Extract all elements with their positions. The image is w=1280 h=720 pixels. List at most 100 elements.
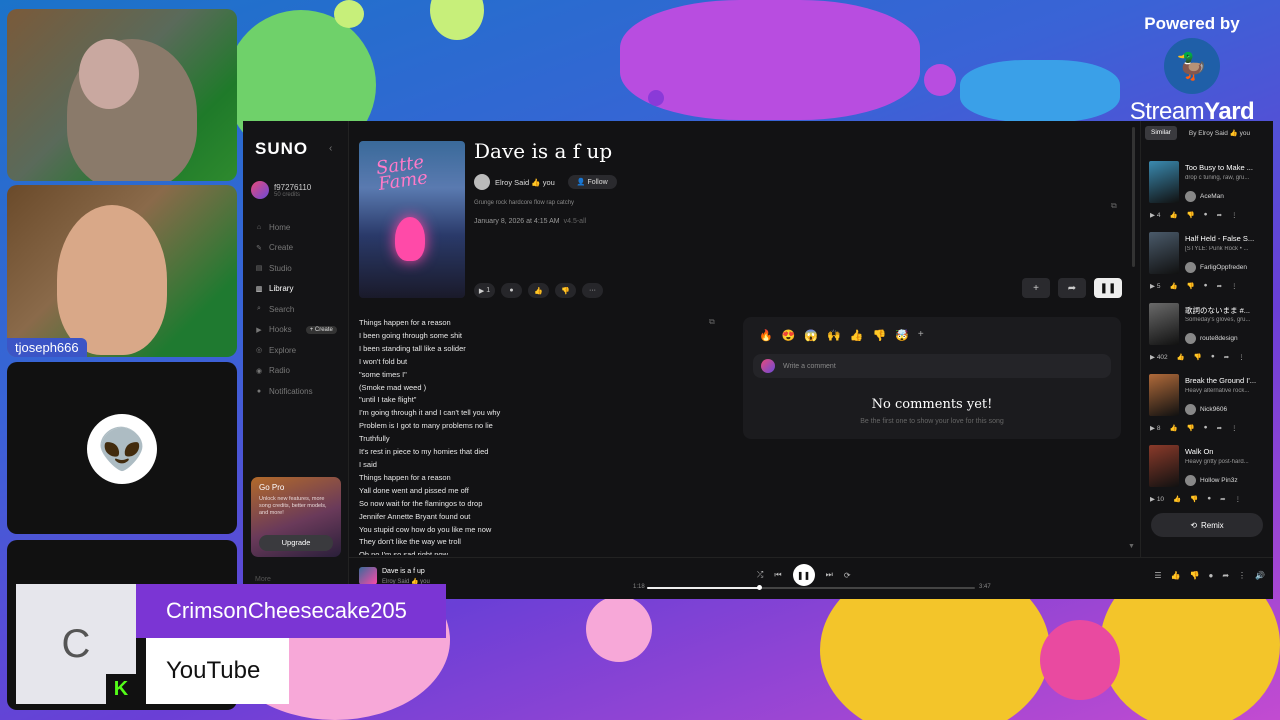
user-profile[interactable]: f97276110 50 credits xyxy=(251,181,311,199)
emoji-reaction[interactable]: 👎 xyxy=(873,329,887,342)
follow-button[interactable]: 👤 Follow xyxy=(567,175,617,189)
emoji-reaction[interactable]: 😱 xyxy=(804,329,818,342)
comment-icon[interactable]: ● xyxy=(1208,571,1213,580)
share-icon[interactable]: ➦ xyxy=(1217,282,1222,290)
thumbs-up-icon[interactable]: 👍 xyxy=(528,283,549,298)
more-options-icon[interactable]: ⋮ xyxy=(1231,211,1238,219)
list-item[interactable]: Half Held - False S... [STYLE: Punk Rock … xyxy=(1145,230,1268,301)
song-thumbnail[interactable] xyxy=(1149,161,1179,203)
emoji-reaction[interactable]: 👍 xyxy=(850,329,864,342)
more-options-icon[interactable]: ⋮ xyxy=(1231,282,1238,290)
thumbs-up-icon[interactable]: 👍 xyxy=(1173,495,1181,503)
shuffle-icon[interactable]: ⤮ xyxy=(757,570,763,580)
artist-name[interactable]: Elroy Said 👍 you xyxy=(495,178,555,187)
create-hook-button[interactable]: + Create xyxy=(305,325,337,334)
comment-icon[interactable]: ● xyxy=(1207,495,1211,503)
song-title[interactable]: Too Busy to Make ... xyxy=(1185,163,1269,172)
sidebar-item-hooks[interactable]: ▶ Hooks + Create xyxy=(255,320,337,341)
upgrade-button[interactable]: Upgrade xyxy=(259,535,333,551)
play-count[interactable]: ▶ 8 xyxy=(1150,424,1160,432)
song-title[interactable]: Walk On xyxy=(1185,447,1269,456)
more-options-icon[interactable]: ⋮ xyxy=(1231,424,1238,432)
edit-icon[interactable]: ⧉ xyxy=(1111,201,1117,211)
comment-icon[interactable]: ● xyxy=(1211,353,1215,361)
song-thumbnail[interactable] xyxy=(1149,374,1179,416)
thumbs-down-icon[interactable]: 👎 xyxy=(1194,353,1202,361)
progress-bar[interactable] xyxy=(647,585,975,590)
sidebar-item-notifications[interactable]: ● Notifications xyxy=(255,381,337,402)
song-artist[interactable]: Hollow Pin3z xyxy=(1185,475,1238,486)
song-thumbnail[interactable] xyxy=(1149,303,1179,345)
previous-icon[interactable]: ⏮ xyxy=(774,570,781,580)
player-thumbnail[interactable] xyxy=(359,567,377,585)
thumbs-up-icon[interactable]: 👍 xyxy=(1169,424,1177,432)
song-title[interactable]: 歌詞のないまま #... xyxy=(1185,305,1269,316)
scrollbar[interactable] xyxy=(1132,127,1135,267)
list-item[interactable]: 歌詞のないまま #... Someday's gloves, gru... rout… xyxy=(1145,301,1268,372)
remix-button[interactable]: ⟲ Remix xyxy=(1151,513,1263,537)
song-artist[interactable]: route8design xyxy=(1185,333,1238,344)
play-count[interactable]: ▶ 402 xyxy=(1150,353,1168,361)
list-item[interactable]: Break the Ground I'... Heavy alternative … xyxy=(1145,372,1268,443)
thumbs-up-icon[interactable]: 👍 xyxy=(1169,211,1177,219)
more-link[interactable]: More xyxy=(255,576,271,583)
chevron-left-icon[interactable]: ‹ xyxy=(329,143,332,154)
avatar[interactable] xyxy=(474,174,490,190)
tab-similar[interactable]: Similar xyxy=(1145,126,1177,140)
comment-icon[interactable]: ● xyxy=(1204,424,1208,432)
more-options-icon[interactable]: ⋮ xyxy=(1238,353,1245,361)
play-count[interactable]: ▶ 4 xyxy=(1150,211,1160,219)
sidebar-item-library[interactable]: ▥ Library xyxy=(255,279,337,300)
play-count-button[interactable]: ▶ 1 xyxy=(474,283,495,298)
more-options-icon[interactable]: ⋮ xyxy=(1235,495,1242,503)
song-thumbnail[interactable] xyxy=(1149,232,1179,274)
next-icon[interactable]: ⏭ xyxy=(826,570,833,580)
pause-button[interactable]: ❚❚ xyxy=(792,564,815,586)
thumbs-up-icon[interactable]: 👍 xyxy=(1169,282,1177,290)
edit-lyrics-icon[interactable]: ⧉ xyxy=(709,317,715,327)
comment-icon[interactable]: ● xyxy=(501,283,522,298)
share-icon[interactable]: ➦ xyxy=(1220,495,1225,503)
song-artist[interactable]: AceMan xyxy=(1185,191,1224,202)
comment-icon[interactable]: ● xyxy=(1204,211,1208,219)
thumbs-down-icon[interactable]: 👎 xyxy=(1187,282,1195,290)
comment-icon[interactable]: ● xyxy=(1204,282,1208,290)
comment-input[interactable]: Write a comment xyxy=(753,354,1111,378)
list-item[interactable]: Too Busy to Make ... drop c tuning, raw, … xyxy=(1145,159,1268,230)
thumbs-up-icon[interactable]: 👍 xyxy=(1177,353,1185,361)
share-icon[interactable]: ➦ xyxy=(1217,424,1222,432)
thumbs-down-icon[interactable]: 👎 xyxy=(1190,571,1200,580)
more-options-icon[interactable]: ··· xyxy=(582,283,603,298)
emoji-reaction[interactable]: 🙌 xyxy=(827,329,841,342)
player-title[interactable]: Dave is a f up xyxy=(382,568,425,575)
suno-logo[interactable]: SUNO xyxy=(255,139,308,159)
list-item[interactable]: Walk On Heavy gritty post-hard... Hollow P… xyxy=(1145,443,1268,514)
add-icon[interactable]: + xyxy=(1022,278,1050,298)
song-artist[interactable]: FarligOppfreden xyxy=(1185,262,1247,273)
share-icon[interactable]: ➦ xyxy=(1217,211,1222,219)
sidebar-item-studio[interactable]: ▤ Studio xyxy=(255,258,337,279)
share-icon[interactable]: ➦ xyxy=(1222,571,1229,580)
song-thumbnail[interactable] xyxy=(1149,445,1179,487)
sidebar-item-search[interactable]: ⌕ Search xyxy=(255,299,337,320)
pause-button[interactable]: ❚❚ xyxy=(1094,278,1122,298)
sidebar-item-radio[interactable]: ◉ Radio xyxy=(255,361,337,382)
sidebar-item-create[interactable]: ✎ Create xyxy=(255,238,337,259)
thumbs-down-icon[interactable]: 👎 xyxy=(555,283,576,298)
emoji-reaction[interactable]: 🔥 xyxy=(759,329,773,342)
sidebar-item-explore[interactable]: ◎ Explore xyxy=(255,340,337,361)
thumbs-up-icon[interactable]: 👍 xyxy=(1171,571,1181,580)
song-title[interactable]: Break the Ground I'... xyxy=(1185,376,1269,385)
play-count[interactable]: ▶ 10 xyxy=(1150,495,1164,503)
scroll-down-icon[interactable]: ▼ xyxy=(1128,543,1135,550)
thumbs-down-icon[interactable]: 👎 xyxy=(1187,211,1195,219)
volume-icon[interactable]: 🔊 xyxy=(1255,571,1265,580)
share-icon[interactable]: ➦ xyxy=(1058,278,1086,298)
more-options-icon[interactable]: ⋮ xyxy=(1238,571,1246,580)
queue-icon[interactable]: ☰ xyxy=(1154,571,1161,580)
add-reaction-icon[interactable]: + xyxy=(918,329,924,342)
share-icon[interactable]: ➦ xyxy=(1224,353,1229,361)
play-count[interactable]: ▶ 5 xyxy=(1150,282,1160,290)
emoji-reaction[interactable]: 🤯 xyxy=(895,329,909,342)
tab-by-artist[interactable]: By Elroy Said 👍 you xyxy=(1183,126,1256,140)
